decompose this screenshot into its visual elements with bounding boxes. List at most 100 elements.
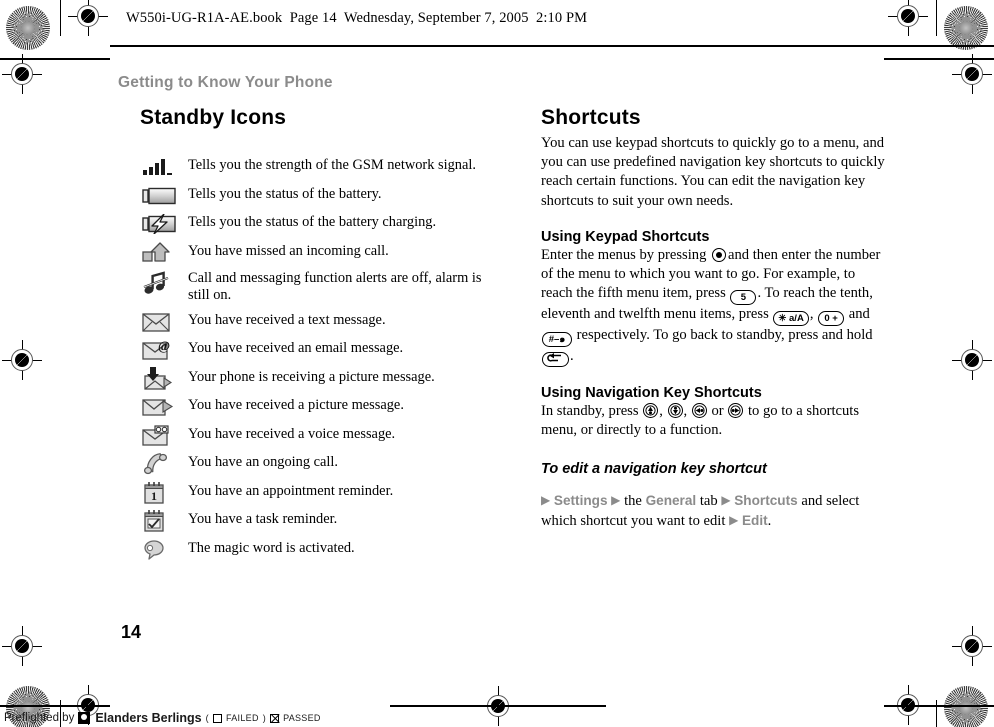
path-connector-2: tab [699, 493, 718, 510]
procedure-title-edit-navigation-shortcut: To edit a navigation key shortcut [541, 460, 767, 477]
path-arrow-icon: ▶ [729, 513, 739, 528]
keycap-hash: #–๑ [542, 332, 572, 348]
icon-description: You have a task reminder. [188, 511, 338, 527]
gutter-line-bottom-right [936, 700, 937, 727]
icon-row: You have received a voice message. [140, 424, 530, 447]
icon-row: You have missed an incoming call. [140, 241, 530, 264]
left-column: Standby Icons Tells you the strength of … [140, 106, 530, 567]
registration-mark-top-left [68, 0, 108, 36]
icon-description: You have received a text message. [188, 311, 386, 328]
path-term-general: General [645, 493, 697, 509]
icon-description: You have received a picture message. [188, 397, 404, 413]
registration-mark-right-upper [952, 54, 992, 94]
path-term-settings: Settings [553, 493, 608, 509]
path-term-edit: Edit [741, 513, 768, 529]
trim-line-bottom-right [884, 705, 994, 707]
preflight-failed-label: FAILED [225, 713, 259, 723]
battery-icon [140, 185, 188, 207]
keycap-5: 5 [730, 290, 757, 306]
icon-description: You have an ongoing call. [188, 454, 339, 470]
keycap-zero: 0 + [818, 311, 845, 327]
keypad-text-6: respectively. To go back to standby, pre… [576, 327, 873, 344]
passed-checkbox-icon [270, 713, 280, 723]
shortcuts-intro-text: You can use keypad shortcuts to quickly … [541, 135, 885, 209]
registration-mark-left-middle [2, 340, 42, 380]
nav-up-key-icon [643, 403, 659, 419]
icon-row: Your phone is receiving a picture messag… [140, 366, 530, 390]
icon-row: Call and messaging function alerts are o… [140, 269, 530, 305]
appointment-reminder-icon: 1 [140, 481, 188, 504]
svg-text:1: 1 [151, 489, 157, 503]
path-arrow-icon: ▶ [611, 493, 621, 508]
keypad-text-5: and [848, 306, 870, 323]
nav-comma-1: , [659, 403, 663, 420]
keycap-star: ✳ a/A [773, 311, 809, 327]
icon-row: @ You have received an email message. [140, 339, 530, 361]
receiving-picture-message-icon [140, 366, 188, 390]
icon-row: 1 You have an appointment reminder. [140, 481, 530, 504]
navigation-shortcuts-paragraph: In standby, press , , or to go to a shor… [541, 402, 886, 440]
path-connector-1: the [624, 493, 642, 510]
email-message-icon: @ [140, 339, 188, 361]
preflight-open-paren: ( [205, 713, 209, 723]
icon-description: Tells you the status of the battery. [188, 185, 382, 202]
missed-call-icon [140, 241, 188, 264]
page-title-standby-icons: Standby Icons [140, 106, 287, 129]
magic-word-icon [140, 539, 188, 561]
nav-down-key-icon [667, 403, 683, 419]
keypad-text-1: Enter the menus by pressing [541, 246, 707, 263]
text-message-icon [140, 311, 188, 333]
gutter-line-top-right [936, 0, 937, 36]
trim-line-bottom-left [0, 705, 110, 707]
page-number: 14 [121, 622, 142, 642]
subsection-title-keypad-shortcuts: Using Keypad Shortcuts [541, 228, 710, 245]
preflight-label: Preflighted by [4, 712, 75, 724]
subsection-title-navigation-shortcuts: Using Navigation Key Shortcuts [541, 385, 762, 402]
icon-description: You have missed an incoming call. [188, 242, 389, 259]
icon-row: The magic word is activated. [140, 539, 530, 561]
ongoing-call-icon [140, 453, 188, 475]
right-column: Shortcuts You can use keypad shortcuts t… [541, 106, 886, 546]
nav-text-1: In standby, press [541, 403, 639, 420]
icon-row: Tells you the status of the battery char… [140, 213, 530, 235]
path-arrow-icon: ▶ [541, 493, 551, 508]
registration-mark-top-right [888, 0, 928, 36]
gutter-line-top-left [60, 0, 61, 36]
failed-checkbox-icon [212, 713, 222, 723]
icon-description: Tells you the status of the battery char… [188, 214, 437, 230]
trim-line-bottom-center [390, 705, 606, 707]
icon-description: Tells you the strength of the GSM networ… [188, 157, 476, 173]
preflight-close-paren: ) [262, 713, 267, 723]
procedure-path: ▶ Settings ▶ the General tab ▶ Shortcuts… [541, 491, 886, 531]
icon-row: You have received a picture message. [140, 396, 530, 418]
icon-description: You have received an email message. [188, 340, 404, 356]
icon-description: Your phone is receiving a picture messag… [188, 368, 435, 385]
battery-charging-icon [140, 213, 188, 235]
icon-row: You have a task reminder. [140, 510, 530, 532]
registration-mark-left-upper [2, 54, 42, 94]
document-page: W550i-UG-R1A-AE.book Page 14 Wednesday, … [0, 0, 994, 727]
nav-comma-2: , [683, 403, 688, 420]
path-period: . [767, 513, 772, 530]
preflight-brand: Elanders Berlings [95, 711, 202, 725]
keycap-back [542, 352, 569, 368]
nav-left-key-icon [691, 403, 707, 419]
header-rule [110, 45, 994, 47]
icon-row: Tells you the strength of the GSM networ… [140, 156, 530, 178]
nav-text-2: or [711, 403, 724, 420]
keypad-text-7: . [570, 348, 574, 365]
icon-description: Call and messaging function alerts are o… [188, 269, 482, 304]
preflight-footer: Preflighted by Elanders Berlings ( FAILE… [4, 711, 321, 725]
trim-line-top-right [884, 58, 994, 60]
registration-mark-right-lower [952, 626, 992, 666]
section-title-shortcuts: Shortcuts [541, 106, 641, 129]
select-key-icon [712, 247, 727, 262]
task-reminder-icon [140, 510, 188, 532]
keypad-text-4: , [809, 306, 814, 323]
path-arrow-icon: ▶ [721, 493, 731, 508]
moire-target-top-left [6, 6, 50, 50]
picture-message-icon [140, 396, 188, 418]
preflight-passed-label: PASSED [283, 713, 321, 723]
voice-message-icon [140, 424, 188, 447]
silent-mode-icon [140, 269, 188, 299]
